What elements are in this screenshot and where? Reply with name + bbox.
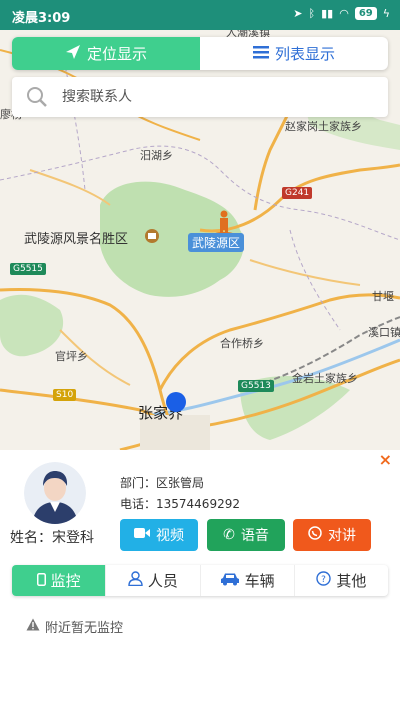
talk-button[interactable]: 对讲 bbox=[293, 519, 371, 551]
road-badge-s10: S10 bbox=[53, 389, 77, 401]
charging-icon: ϟ bbox=[382, 7, 390, 20]
current-location-marker[interactable] bbox=[166, 392, 186, 412]
bluetooth-icon: ᛒ bbox=[308, 7, 316, 20]
svg-text:?: ? bbox=[321, 575, 326, 585]
map-label-hezuo: 合作桥乡 bbox=[220, 337, 264, 350]
person-icon bbox=[128, 571, 143, 590]
avatar bbox=[24, 462, 86, 524]
status-bar: 凌晨3:09 ➤ ᛒ ▮▮ ◠ 69 ϟ bbox=[0, 0, 400, 30]
tab-vehicles-label: 车辆 bbox=[244, 572, 275, 590]
road-badge-g5515: G5515 bbox=[10, 263, 46, 275]
tab-list-view[interactable]: 列表显示 bbox=[200, 37, 388, 70]
category-tabs: 监控 人员 车辆 ? 其他 bbox=[12, 565, 388, 596]
phone-icon bbox=[36, 572, 46, 590]
status-time: 凌晨3:09 bbox=[12, 11, 71, 26]
map-label-jinyan: 金岩土家族乡 bbox=[292, 372, 358, 385]
warning-icon bbox=[26, 618, 40, 635]
tab-other[interactable]: ? 其他 bbox=[295, 565, 388, 596]
tab-vehicles[interactable]: 车辆 bbox=[201, 565, 295, 596]
video-camera-icon bbox=[134, 527, 150, 543]
map-district-tag: 武陵源区 bbox=[188, 233, 245, 252]
tab-locate-view[interactable]: 定位显示 bbox=[12, 37, 200, 70]
talk-label: 对讲 bbox=[328, 528, 356, 544]
road-badge-g5513: G5513 bbox=[238, 380, 274, 392]
empty-state: 附近暂无监控 bbox=[26, 617, 123, 636]
car-icon bbox=[220, 572, 240, 590]
view-switch: 定位显示 列表显示 bbox=[12, 37, 388, 70]
location-icon: ➤ bbox=[293, 7, 303, 20]
close-icon[interactable]: × bbox=[379, 450, 392, 469]
tab-monitor[interactable]: 监控 bbox=[12, 565, 107, 596]
map-label-zhao: 赵家岗土家族乡 bbox=[285, 120, 362, 133]
tab-other-label: 其他 bbox=[336, 572, 367, 590]
phone-icon: ✆ bbox=[223, 527, 235, 543]
tab-personnel[interactable]: 人员 bbox=[106, 565, 201, 596]
video-call-label: 视频 bbox=[156, 528, 184, 544]
map-label-xikou: 溪口镇 bbox=[368, 326, 400, 339]
status-icons: ➤ ᛒ ▮▮ ◠ 69 ϟ bbox=[293, 7, 390, 20]
map-label-scenic: 武陵源风景名胜区 bbox=[24, 232, 129, 247]
tab-monitor-label: 监控 bbox=[50, 572, 81, 590]
contact-name: 姓名：宋登科 bbox=[10, 530, 94, 546]
signal-icon: ▮▮ bbox=[321, 7, 334, 20]
wifi-icon: ◠ bbox=[339, 7, 349, 20]
road-badge-g241: G241 bbox=[282, 187, 313, 199]
intercom-icon bbox=[308, 526, 322, 544]
list-icon bbox=[252, 45, 269, 63]
voice-call-button[interactable]: ✆ 语音 bbox=[207, 519, 285, 551]
battery-icon: 69 bbox=[354, 7, 377, 20]
search-bar bbox=[12, 77, 388, 117]
contact-department: 部门：区张管局 bbox=[120, 476, 205, 490]
send-arrow-icon bbox=[65, 44, 81, 64]
map-label-guanping: 官坪乡 bbox=[55, 350, 88, 363]
tab-personnel-label: 人员 bbox=[147, 572, 178, 590]
search-icon bbox=[12, 86, 62, 108]
empty-message: 附近暂无监控 bbox=[45, 621, 124, 636]
video-call-button[interactable]: 视频 bbox=[120, 519, 198, 551]
list-view-label: 列表显示 bbox=[274, 45, 335, 63]
contact-phone: 电话：13574469292 bbox=[120, 497, 240, 511]
search-input[interactable] bbox=[62, 89, 362, 105]
map-label-ganfang: 甘堰 bbox=[372, 290, 394, 303]
map-label-ruhu: 汨湖乡 bbox=[140, 149, 173, 162]
question-icon: ? bbox=[316, 571, 332, 590]
voice-call-label: 语音 bbox=[240, 528, 269, 544]
locate-view-label: 定位显示 bbox=[86, 45, 147, 63]
